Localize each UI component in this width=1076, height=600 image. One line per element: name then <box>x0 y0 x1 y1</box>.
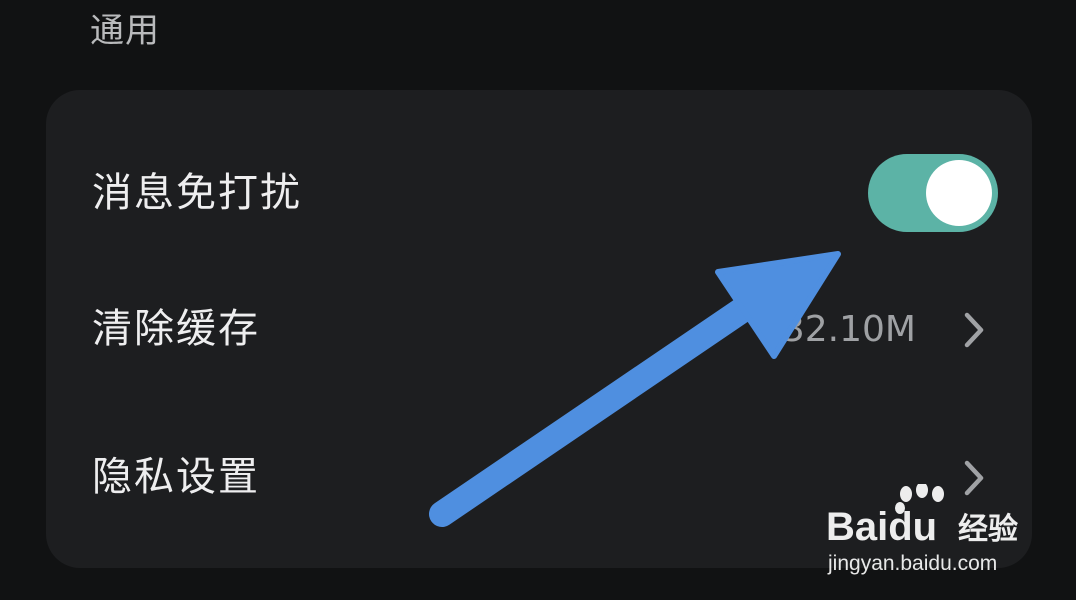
chevron-right-icon <box>964 312 984 348</box>
baidu-watermark: Baidu 经验 jingyan.baidu.com <box>822 484 1022 584</box>
watermark-brand-text: 经验 <box>958 512 1018 547</box>
do-not-disturb-toggle[interactable] <box>868 154 998 232</box>
row-label-clear-cache: 清除缓存 <box>92 306 260 352</box>
section-title: 通用 <box>90 11 160 51</box>
toggle-knob <box>926 160 992 226</box>
row-do-not-disturb[interactable]: 消息免打扰 <box>46 104 1032 254</box>
watermark-logo-text: Baidu <box>826 505 938 549</box>
cache-size-value: 32.10M <box>781 309 916 350</box>
row-label-do-not-disturb: 消息免打扰 <box>92 170 302 216</box>
row-clear-cache[interactable]: 清除缓存 32.10M <box>46 252 1032 402</box>
watermark-url: jingyan.baidu.com <box>828 552 998 575</box>
row-label-privacy-settings: 隐私设置 <box>92 454 260 500</box>
settings-screen: 通用 消息免打扰 清除缓存 32.10M 隐私设置 Baidu 经验 jingy… <box>0 0 1076 600</box>
